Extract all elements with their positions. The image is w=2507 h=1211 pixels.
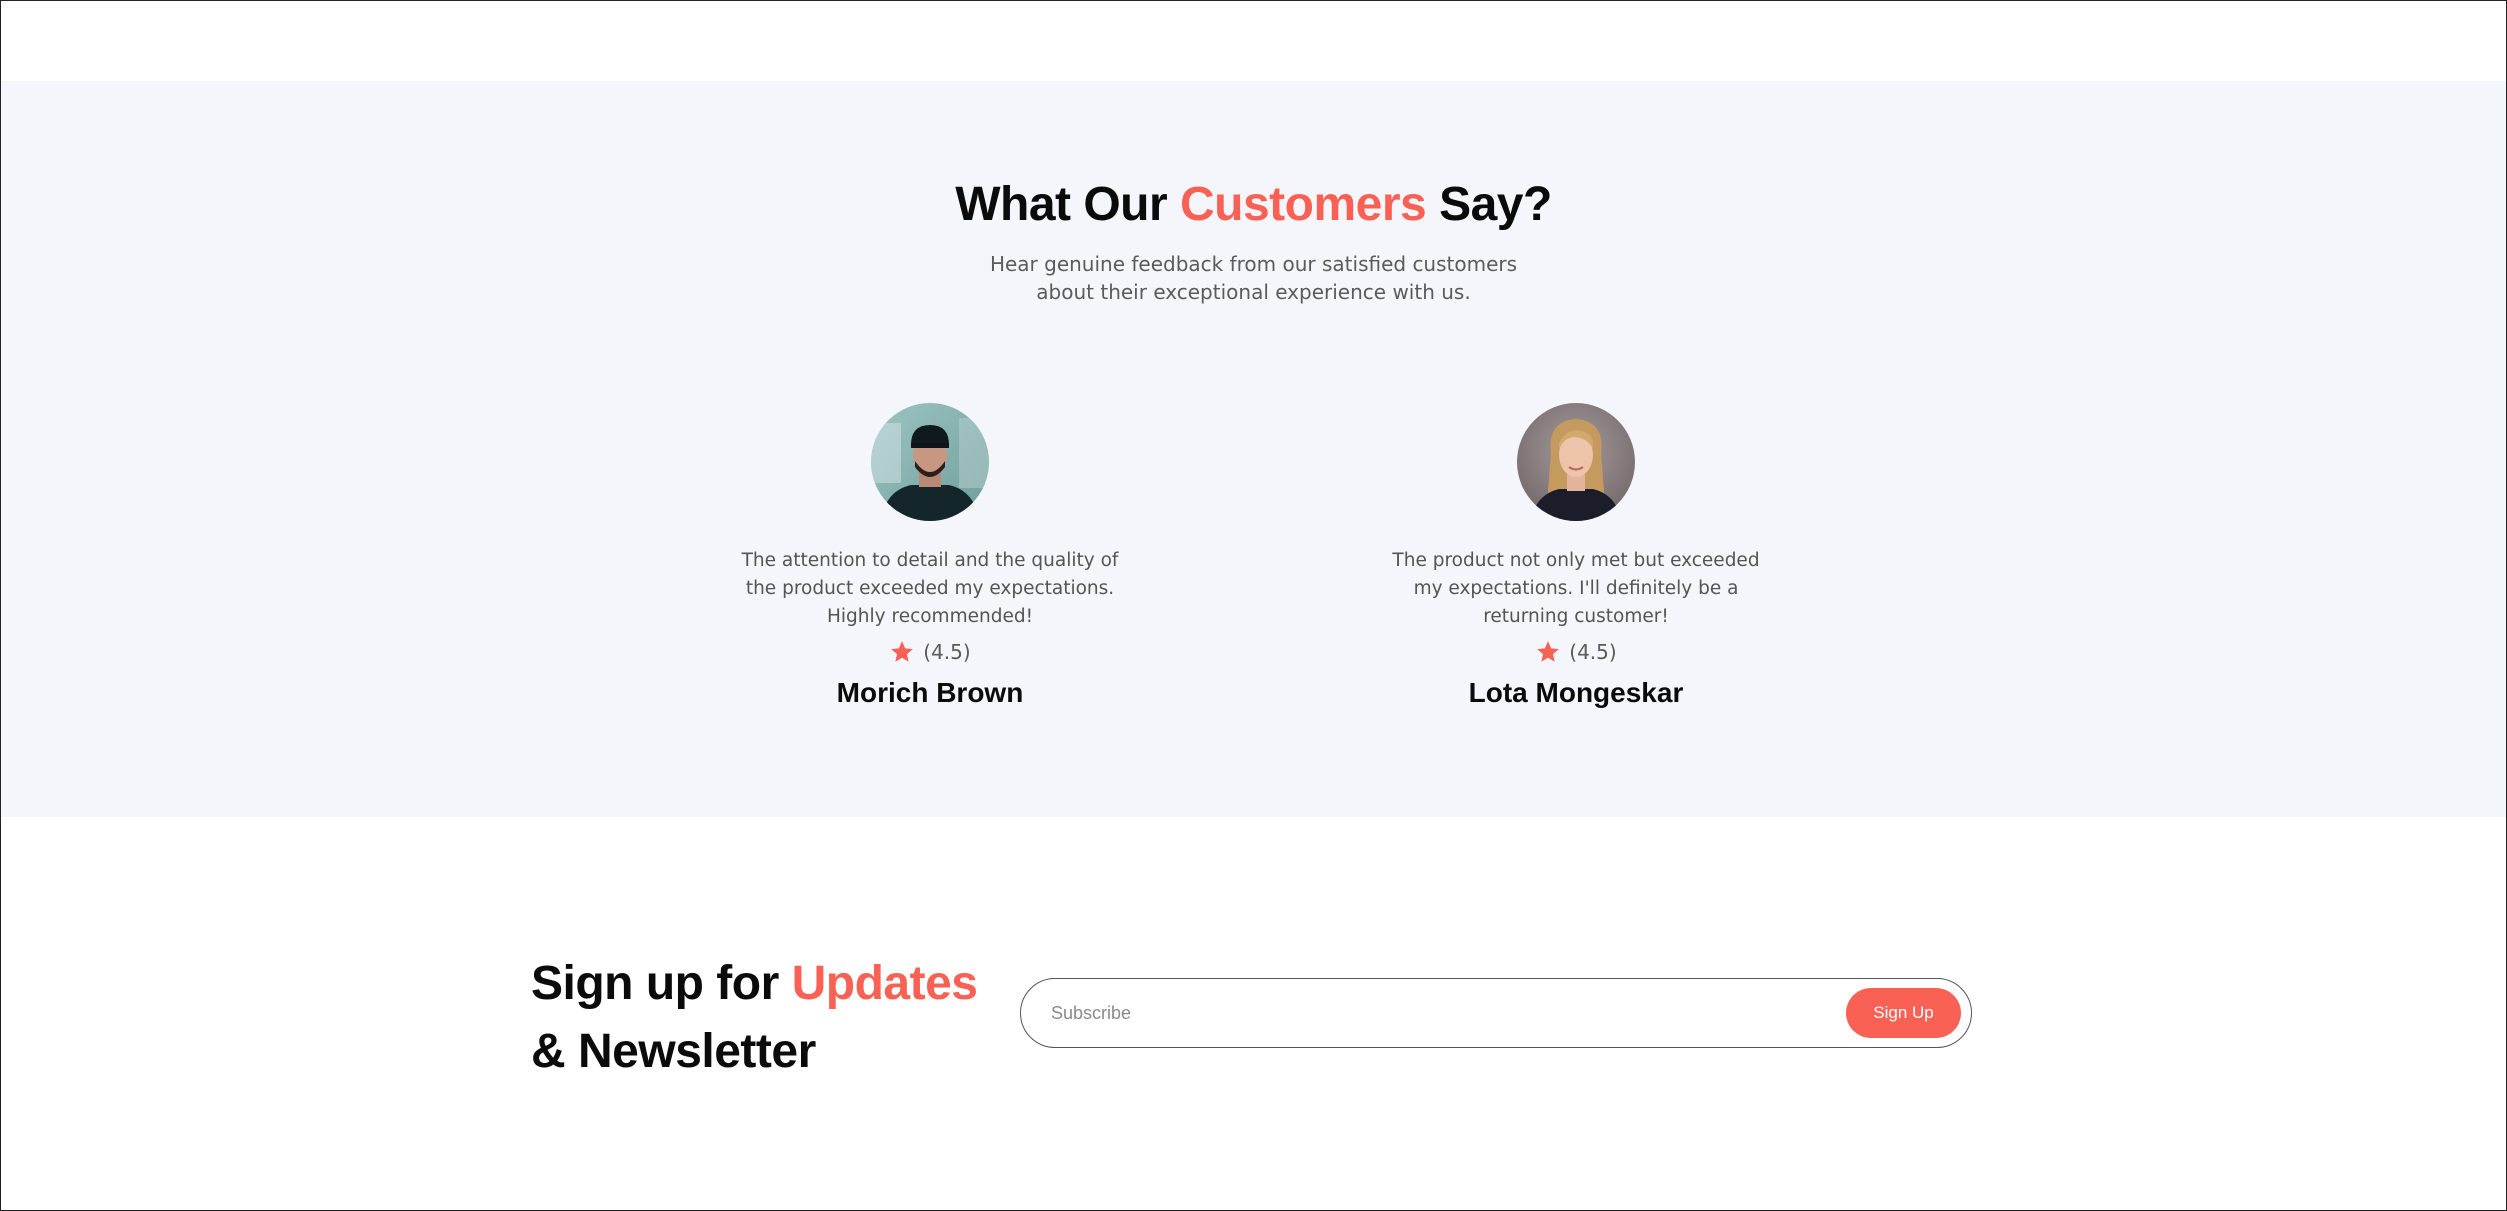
subscribe-form: Sign Up [1020,978,1972,1048]
customer-name: Morich Brown [836,677,1024,708]
testimonials-heading: What Our Customers Say? [1,181,2506,229]
heading-text-end: Say? [1426,178,1552,231]
quote-line: my expectations. I'll definitely be a [1413,578,1739,599]
subtitle-line-1: Hear genuine feedback from our satisfied… [989,252,1518,276]
newsletter-title-line-1: Sign up for Updates [531,950,978,1018]
rating: (4.5) [740,639,1120,665]
rating-value: (4.5) [1569,640,1617,664]
testimonials-subtitle: Hear genuine feedback from our satisfied… [1,250,2506,306]
testimonial-card: The product not only met but exceeded my… [1386,403,1766,709]
rating-value: (4.5) [923,640,971,664]
heading-accent: Customers [1180,178,1427,231]
avatar [871,403,989,521]
newsletter-title-start: Sign up for [531,957,792,1010]
star-icon [889,639,915,665]
sign-up-button[interactable]: Sign Up [1846,988,1961,1038]
quote-line: returning customer! [1483,606,1669,627]
newsletter-title: Sign up for Updates & Newsletter [531,950,978,1086]
newsletter-title-accent: Updates [791,957,978,1010]
testimonial-quote: The product not only met but exceeded my… [1386,547,1766,631]
subtitle-line-2: about their exceptional experience with … [1036,280,1471,304]
quote-line: The product not only met but exceeded [1392,550,1760,571]
heading-text-start: What Our [955,178,1180,231]
quote-line: the product exceeded my expectations. [745,578,1115,599]
newsletter-title-line-2: & Newsletter [531,1025,816,1078]
star-icon [1535,639,1561,665]
testimonial-quote: The attention to detail and the quality … [740,547,1120,631]
subscribe-input[interactable] [1049,979,1833,1048]
testimonials-section: What Our Customers Say? Hear genuine fee… [1,81,2506,817]
rating: (4.5) [1386,639,1766,665]
quote-line: The attention to detail and the quality … [741,550,1119,571]
avatar [1517,403,1635,521]
quote-line: Highly recommended! [827,606,1033,627]
testimonial-card: The attention to detail and the quality … [740,403,1120,709]
customer-name: Lota Mongeskar [1468,677,1684,708]
